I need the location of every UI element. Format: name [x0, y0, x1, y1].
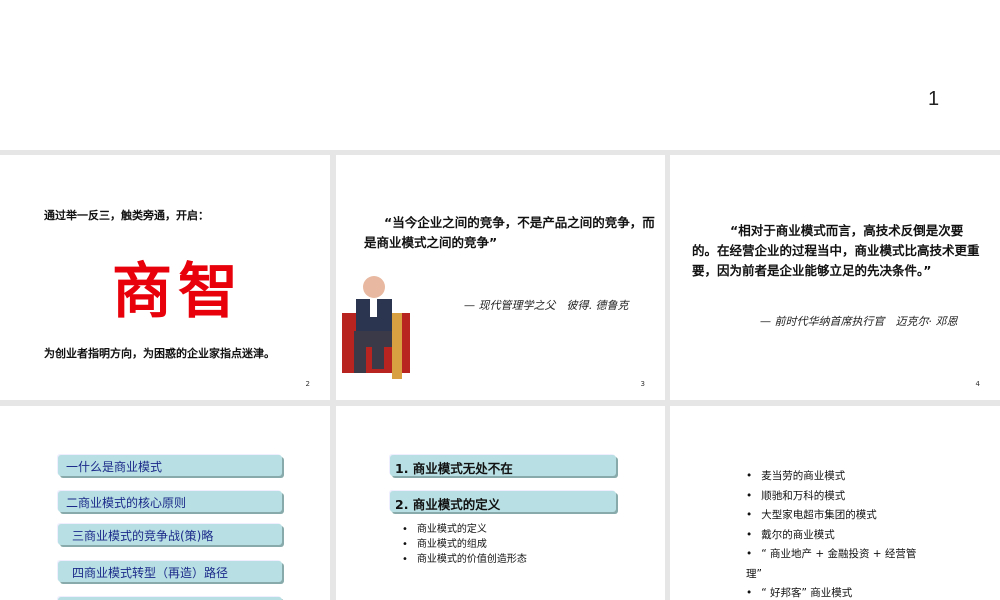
list-item: 商业模式的定义: [402, 522, 527, 537]
slide-thumbnail-4[interactable]: “相对于商业模式而言，高技术反倒是次要的。在经营企业的过程当中，商业模式比高技术…: [670, 155, 1000, 400]
menu-item-3[interactable]: 三商业模式的竞争战(策)略: [58, 524, 282, 545]
slide-number: 3: [640, 380, 645, 388]
list-item: “ 商业地产 + 金融投资 + 经营管理”: [746, 545, 926, 584]
quote-author: — 前时代华纳首席执行官 迈克尔· 邓恩: [760, 315, 958, 328]
quote-text: “相对于商业模式而言，高技术反倒是次要的。在经营企业的过程当中，商业模式比高技术…: [692, 223, 980, 278]
current-slide-area: 1: [0, 0, 1000, 150]
portrait-image: [342, 276, 410, 379]
slide-title-big: 商智: [112, 257, 244, 327]
section-heading-1: 1. 商业模式无处不在: [390, 455, 616, 476]
slide-thumbnail-5[interactable]: 一什么是商业模式 二商业模式的核心原则 三商业模式的竞争战(策)略 四商业模式转…: [0, 406, 330, 600]
slide-number: 2: [305, 380, 310, 388]
section-heading-2: 2. 商业模式的定义: [390, 491, 616, 512]
list-item: “ 好邦客” 商业模式: [746, 584, 926, 600]
menu-item-1[interactable]: 一什么是商业模式: [58, 455, 282, 476]
quote-author: — 现代管理学之父 彼得. 德鲁克: [464, 299, 629, 312]
slide-thumbnail-6[interactable]: 1. 商业模式无处不在 2. 商业模式的定义 商业模式的定义 商业模式的组成 商…: [336, 406, 665, 600]
slide-thumbnail-2[interactable]: 通过举一反三，触类旁通，开启： 商智 为创业者指明方向，为困惑的企业家指点迷津。…: [0, 155, 330, 400]
slide-thumbnail-3[interactable]: “当今企业之间的竞争，不是产品之间的竞争，而是商业模式之间的竞争” — 现代管理…: [336, 155, 665, 400]
list-item: 大型家电超市集团的模式: [746, 506, 926, 526]
page-number: 1: [928, 88, 940, 110]
list-item: 戴尔的商业模式: [746, 526, 926, 546]
list-item: 商业模式的价值创造形态: [402, 552, 527, 567]
bullet-list: 麦当劳的商业模式 顺驰和万科的模式 大型家电超市集团的模式 戴尔的商业模式 “ …: [746, 467, 926, 600]
menu-item-4[interactable]: 四商业模式转型（再造）路径: [58, 561, 282, 582]
bullet-list: 商业模式的定义 商业模式的组成 商业模式的价值创造形态: [402, 522, 527, 567]
list-item: 商业模式的组成: [402, 537, 527, 552]
menu-item-2[interactable]: 二商业模式的核心原则: [58, 491, 282, 512]
slide-text: 为创业者指明方向，为困惑的企业家指点迷津。: [44, 347, 275, 360]
list-item: 顺驰和万科的模式: [746, 487, 926, 507]
slide-number: 4: [975, 380, 980, 388]
slide-text: 通过举一反三，触类旁通，开启：: [44, 209, 209, 222]
quote-text: “当今企业之间的竞争，不是产品之间的竞争，而是商业模式之间的竞争”: [364, 215, 655, 250]
list-item: 麦当劳的商业模式: [746, 467, 926, 487]
slide-thumbnail-7[interactable]: 麦当劳的商业模式 顺驰和万科的模式 大型家电超市集团的模式 戴尔的商业模式 “ …: [670, 406, 1000, 600]
